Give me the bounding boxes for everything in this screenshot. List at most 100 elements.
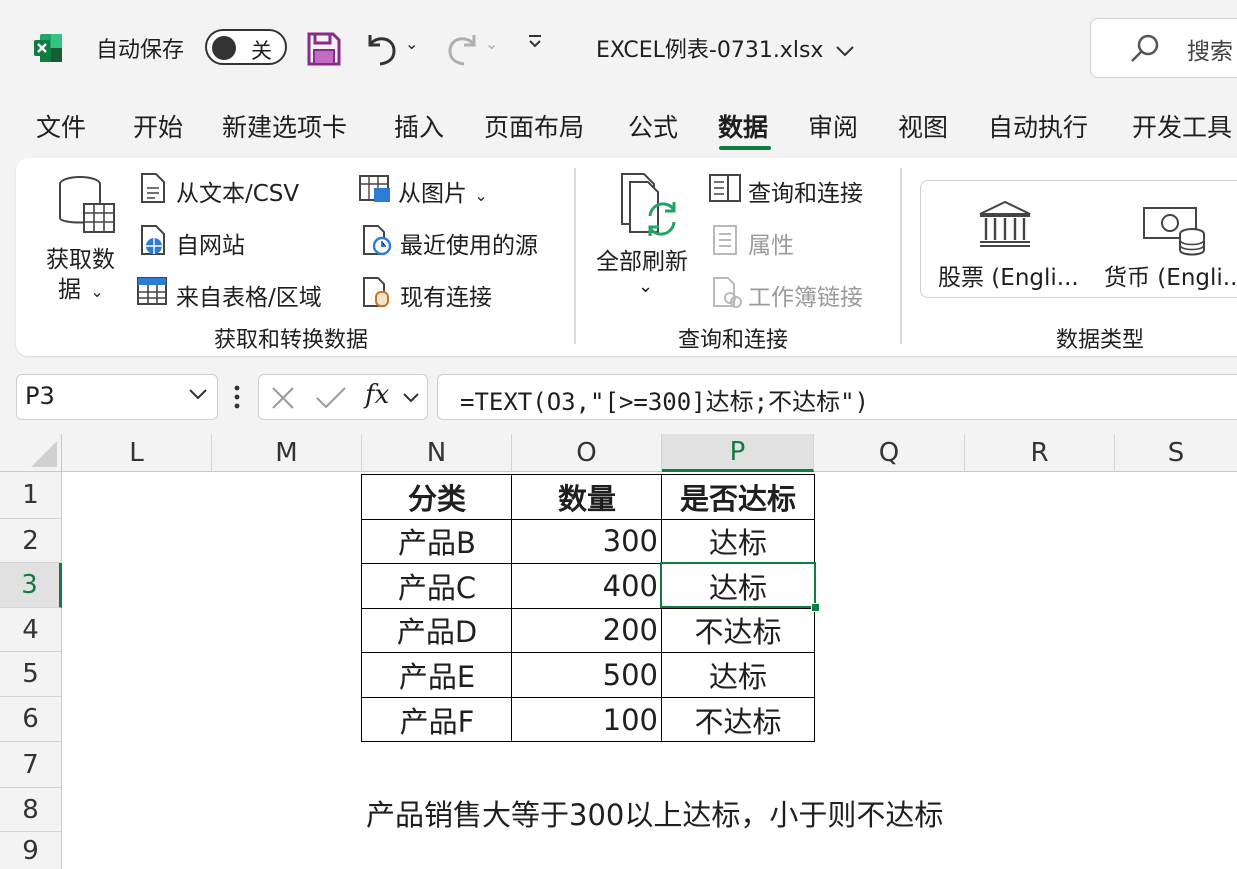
tab-data[interactable]: 数据 (718, 108, 768, 144)
header-cell-category[interactable]: 分类 (362, 474, 512, 519)
name-box-value: P3 (25, 382, 55, 410)
recent-sources-icon (362, 224, 392, 260)
tab-insert[interactable]: 插入 (394, 108, 444, 144)
chevron-down-icon[interactable] (401, 389, 421, 408)
table-cell[interactable]: 不达标 (662, 608, 814, 652)
row-header-1[interactable]: 1 (0, 472, 62, 519)
save-icon[interactable] (306, 31, 342, 67)
get-data-label[interactable]: 获取数 (46, 240, 115, 274)
select-all-button[interactable] (0, 434, 62, 472)
from-web-button[interactable]: 自网站 (176, 226, 245, 260)
from-text-csv-button[interactable]: 从文本/CSV (176, 174, 299, 208)
currency-icon (1142, 204, 1208, 260)
undo-dropdown-icon[interactable]: ⌄ (405, 34, 418, 53)
from-table-button[interactable]: 来自表格/区域 (176, 278, 322, 312)
row-header-9[interactable]: 9 (0, 832, 62, 869)
workbook-links-icon (712, 276, 742, 312)
existing-connections-button[interactable]: 现有连接 (400, 278, 492, 312)
picture-icon (358, 172, 392, 208)
column-header-l[interactable]: L (62, 434, 212, 472)
table-cell[interactable]: 300 (512, 519, 658, 563)
redo-dropdown-icon: ⌄ (485, 34, 499, 53)
queries-connections-icon (708, 172, 742, 208)
search-box[interactable]: 搜索 (1090, 18, 1237, 78)
table-cell[interactable]: 产品E (362, 652, 512, 697)
undo-icon[interactable] (362, 29, 402, 69)
stocks-button[interactable]: 股票 (Engli... (938, 258, 1079, 292)
row-header-6[interactable]: 6 (0, 697, 62, 742)
active-tab-indicator (719, 146, 771, 150)
customize-toolbar-icon[interactable] (524, 30, 546, 57)
from-picture-label: 从图片 (398, 181, 467, 207)
active-cell-border (660, 562, 816, 608)
web-icon (138, 224, 168, 260)
tab-review[interactable]: 审阅 (808, 108, 858, 144)
tab-formulas[interactable]: 公式 (628, 108, 678, 144)
table-cell[interactable]: 产品B (362, 519, 512, 563)
column-header-s[interactable]: S (1115, 434, 1237, 472)
row-header-8[interactable]: 8 (0, 788, 62, 832)
tab-developer[interactable]: 开发工具 (1132, 108, 1232, 144)
group-label-get-transform: 获取和转换数据 (214, 328, 369, 353)
table-cell[interactable]: 100 (512, 697, 658, 742)
file-name: EXCEL例表-0731.xlsx (596, 38, 824, 63)
header-cell-pass[interactable]: 是否达标 (662, 474, 814, 519)
column-header-q[interactable]: Q (814, 434, 965, 472)
header-cell-quantity[interactable]: 数量 (512, 474, 662, 519)
column-header-m[interactable]: M (212, 434, 362, 472)
tab-file[interactable]: 文件 (36, 108, 86, 144)
refresh-all-icon (620, 172, 680, 242)
queries-connections-button[interactable]: 查询和连接 (748, 174, 863, 208)
tab-home[interactable]: 开始 (133, 108, 183, 144)
enter-icon[interactable] (315, 384, 347, 416)
get-data-label-line2: 据 (58, 277, 81, 303)
workbook-links-button: 工作簿链接 (748, 285, 863, 311)
column-header-o[interactable]: O (512, 434, 662, 472)
formula-input[interactable]: =TEXT(O3,"[>=300]达标;不达标") (437, 374, 1237, 420)
tab-automate[interactable]: 自动执行 (988, 108, 1088, 144)
tab-page-layout[interactable]: 页面布局 (484, 108, 584, 144)
tab-new-tab[interactable]: 新建选项卡 (222, 108, 347, 144)
table-cell[interactable]: 产品D (362, 608, 512, 652)
search-icon (1129, 33, 1161, 69)
currencies-button[interactable]: 货币 (Engli... (1104, 258, 1237, 292)
row-header-3[interactable]: 3 (0, 563, 62, 608)
table-cell[interactable]: 400 (512, 563, 658, 608)
refresh-all-button[interactable]: 全部刷新 (596, 242, 688, 276)
name-box[interactable]: P3 (16, 374, 218, 420)
column-header-r[interactable]: R (965, 434, 1115, 472)
more-options-icon[interactable] (231, 384, 243, 414)
note-text[interactable]: 产品销售大等于300以上达标，小于则不达标 (366, 792, 943, 834)
table-cell[interactable]: 不达标 (662, 697, 814, 742)
file-title[interactable]: EXCEL例表-0731.xlsx (596, 32, 856, 64)
ribbon-divider (900, 168, 902, 344)
chevron-down-icon[interactable]: ⌄ (638, 276, 653, 297)
from-picture-button[interactable]: 从图片 ⌄ (398, 174, 488, 208)
row-header-5[interactable]: 5 (0, 652, 62, 697)
chevron-down-icon: ⌄ (90, 282, 104, 301)
autosave-toggle[interactable]: 关 (205, 29, 287, 65)
search-placeholder: 搜索 (1187, 39, 1233, 65)
existing-connections-icon (362, 276, 392, 312)
table-cell[interactable]: 产品F (362, 697, 512, 742)
row-header-7[interactable]: 7 (0, 742, 62, 788)
cancel-icon[interactable] (269, 384, 297, 416)
get-data-label-2[interactable]: 据 ⌄ (58, 270, 104, 304)
recent-sources-button[interactable]: 最近使用的源 (400, 226, 538, 260)
table-cell[interactable]: 200 (512, 608, 658, 652)
column-header-n[interactable]: N (362, 434, 512, 472)
row-header-4[interactable]: 4 (0, 608, 62, 652)
insert-function-icon[interactable]: fx (365, 380, 389, 410)
chevron-down-icon[interactable] (187, 386, 209, 405)
tab-view[interactable]: 视图 (898, 108, 948, 144)
ribbon-divider (574, 168, 576, 344)
row-header-2[interactable]: 2 (0, 519, 62, 563)
column-header-p[interactable]: P (662, 434, 814, 472)
table-cell[interactable]: 达标 (662, 652, 814, 697)
table-cell[interactable]: 达标 (662, 519, 814, 563)
text-file-icon (138, 172, 168, 208)
table-cell[interactable]: 500 (512, 652, 658, 697)
fill-handle[interactable] (811, 603, 820, 612)
group-label-data-types: 数据类型 (1056, 328, 1145, 353)
table-cell[interactable]: 产品C (362, 563, 512, 608)
